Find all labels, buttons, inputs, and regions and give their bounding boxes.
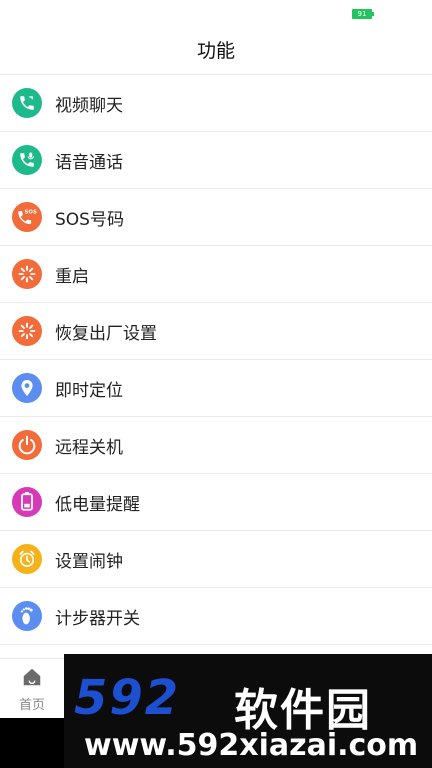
function-list: 视频聊天 语音通话 SOS SOS号码 重启 恢复出厂设置 即时定位 远程关机 … (0, 75, 432, 645)
list-item-pedometer[interactable]: 计步器开关 (0, 588, 432, 645)
bottom-black-area (0, 718, 64, 768)
item-label: 即时定位 (55, 380, 123, 401)
item-label: SOS号码 (55, 209, 124, 230)
restart-icon (12, 259, 42, 289)
item-label: 远程关机 (55, 437, 123, 458)
location-pin-icon (12, 373, 42, 403)
page-title: 功能 (196, 39, 235, 62)
list-item-remote-shutdown[interactable]: 远程关机 (0, 417, 432, 474)
item-label: 低电量提醒 (55, 494, 140, 515)
tab-home[interactable]: 首页 (0, 659, 64, 719)
video-call-icon (12, 88, 42, 118)
item-label: 重启 (55, 266, 89, 287)
list-item-video-chat[interactable]: 视频聊天 (0, 75, 432, 132)
footprint-icon (12, 601, 42, 631)
home-icon (21, 666, 43, 692)
list-item-factory-reset[interactable]: 恢复出厂设置 (0, 303, 432, 360)
item-label: 语音通话 (55, 152, 123, 173)
battery-icon (12, 487, 42, 517)
watermark-url: www.592xiazai.com (84, 728, 419, 763)
list-item-restart[interactable]: 重启 (0, 246, 432, 303)
factory-reset-icon (12, 316, 42, 346)
alarm-clock-icon (12, 544, 42, 574)
voice-call-icon (12, 145, 42, 175)
list-item-alarm[interactable]: 设置闹钟 (0, 531, 432, 588)
item-label: 计步器开关 (55, 608, 140, 629)
power-icon (12, 430, 42, 460)
status-bar: 91 (0, 0, 432, 24)
battery-indicator: 91 (352, 9, 374, 19)
list-item-sos-number[interactable]: SOS SOS号码 (0, 189, 432, 246)
header: 功能 (0, 24, 432, 75)
list-item-voice-call[interactable]: 语音通话 (0, 132, 432, 189)
svg-text:SOS: SOS (25, 210, 37, 216)
item-label: 设置闹钟 (55, 551, 123, 572)
list-item-locate[interactable]: 即时定位 (0, 360, 432, 417)
tab-home-label: 首页 (18, 697, 45, 713)
sos-phone-icon: SOS (12, 202, 42, 232)
watermark-overlay: 592 软件园 www.592xiazai.com (64, 654, 432, 768)
list-item-low-battery[interactable]: 低电量提醒 (0, 474, 432, 531)
item-label: 视频聊天 (55, 95, 123, 116)
watermark-logo: 592 (74, 670, 181, 726)
item-label: 恢复出厂设置 (55, 323, 157, 344)
